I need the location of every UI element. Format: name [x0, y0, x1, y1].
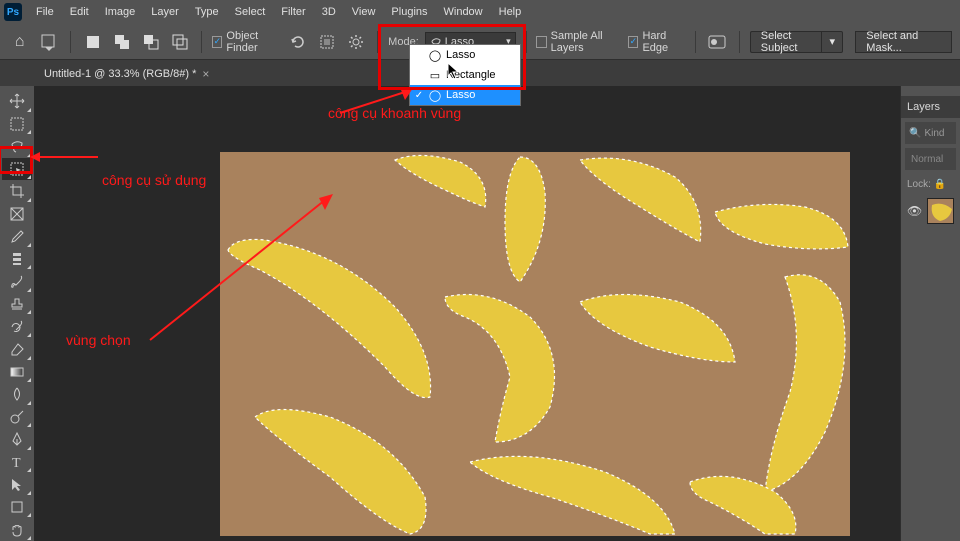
type-tool[interactable]: T [2, 451, 32, 474]
frame-tool[interactable] [2, 203, 32, 226]
object-selection-tool[interactable] [2, 158, 32, 181]
menu-file[interactable]: File [28, 0, 62, 24]
selection-subtract-icon[interactable] [139, 28, 162, 56]
tool-preset-icon[interactable] [37, 28, 60, 56]
blur-tool[interactable] [2, 383, 32, 406]
document-tab-title: Untitled-1 @ 33.3% (RGB/8#) * [44, 68, 196, 80]
menu-type[interactable]: Type [187, 0, 227, 24]
separator [739, 31, 740, 53]
menu-view[interactable]: View [344, 0, 384, 24]
separator [695, 31, 696, 53]
object-finder-checkbox[interactable]: ✓Object Finder [212, 30, 280, 54]
app-logo: Ps [4, 3, 22, 21]
selection-intersect-icon[interactable] [168, 28, 191, 56]
menu-3d[interactable]: 3D [314, 0, 344, 24]
mode-option-rectangle[interactable]: ▭ Rectangle [410, 65, 520, 85]
brush-tool[interactable] [2, 270, 32, 293]
separator [377, 31, 378, 53]
gear-icon[interactable] [344, 28, 367, 56]
refresh-icon[interactable] [286, 28, 309, 56]
menu-select[interactable]: Select [227, 0, 274, 24]
search-icon: 🔍 [909, 128, 921, 139]
healing-tool[interactable] [2, 248, 32, 271]
eyedropper-tool[interactable] [2, 225, 32, 248]
canvas-content [220, 152, 850, 536]
separator [526, 31, 527, 53]
separator [70, 31, 71, 53]
separator [201, 31, 202, 53]
menu-window[interactable]: Window [436, 0, 491, 24]
hard-edge-checkbox[interactable]: ✓Hard Edge [628, 30, 685, 54]
lock-row: Lock: 🔒 [901, 174, 960, 194]
selection-add-icon[interactable] [110, 28, 133, 56]
visibility-icon[interactable]: 👁 [907, 204, 921, 218]
move-tool[interactable] [2, 90, 32, 113]
svg-text:T: T [12, 456, 21, 470]
layer-thumbnail[interactable] [927, 198, 954, 224]
sample-all-label: Sample All Layers [551, 30, 623, 54]
chevron-down-icon[interactable]: ▾ [821, 31, 843, 53]
lasso-icon: ◯ [428, 49, 442, 62]
object-finder-label: Object Finder [226, 30, 280, 54]
menu-image[interactable]: Image [97, 0, 144, 24]
mode-option-lasso-selected[interactable]: ✓◯ Lasso [410, 85, 520, 105]
blend-mode-dropdown[interactable]: Normal [905, 148, 956, 170]
lock-icon[interactable]: 🔒 [934, 179, 946, 190]
left-toolbar: T [0, 86, 34, 541]
lasso-tool[interactable] [2, 135, 32, 158]
layers-filter[interactable]: 🔍 Kind [905, 122, 956, 144]
close-icon[interactable]: × [202, 67, 209, 81]
document-canvas[interactable] [220, 152, 850, 536]
sample-all-checkbox[interactable]: Sample All Layers [536, 30, 622, 54]
eraser-tool[interactable] [2, 338, 32, 361]
home-button[interactable]: ⌂ [8, 28, 31, 56]
menu-filter[interactable]: Filter [273, 0, 313, 24]
menu-bar: Ps File Edit Image Layer Type Select Fil… [0, 0, 960, 24]
gradient-tool[interactable] [2, 361, 32, 384]
dodge-tool[interactable] [2, 406, 32, 429]
mode-option-lasso[interactable]: ◯ Lasso [410, 45, 520, 65]
layers-panel-title[interactable]: Layers [901, 96, 960, 118]
mask-mode-icon[interactable] [706, 28, 729, 56]
mode-dropdown-list: ◯ Lasso ▭ Rectangle ✓◯ Lasso [409, 44, 521, 106]
lasso-icon: ◯ [428, 89, 442, 102]
path-selection-tool[interactable] [2, 473, 32, 496]
layer-row[interactable]: 👁 [901, 194, 960, 228]
pen-tool[interactable] [2, 428, 32, 451]
hard-edge-label: Hard Edge [642, 30, 685, 54]
select-subject-button[interactable]: Select Subject ▾ [750, 31, 844, 53]
crop-tool[interactable] [2, 180, 32, 203]
marquee-tool[interactable] [2, 113, 32, 136]
overlay-icon[interactable] [315, 28, 338, 56]
history-brush-tool[interactable] [2, 315, 32, 338]
selection-new-icon[interactable] [81, 28, 104, 56]
shape-tool[interactable] [2, 496, 32, 519]
workspace: T [0, 86, 960, 541]
canvas-area[interactable] [34, 86, 900, 541]
menu-edit[interactable]: Edit [62, 0, 97, 24]
menu-help[interactable]: Help [491, 0, 530, 24]
menu-plugins[interactable]: Plugins [383, 0, 435, 24]
hand-tool[interactable] [2, 518, 32, 541]
select-and-mask-button[interactable]: Select and Mask... [855, 31, 952, 53]
menu-layer[interactable]: Layer [143, 0, 187, 24]
layers-panel: Layers 🔍 Kind Normal Lock: 🔒 👁 [900, 86, 960, 541]
document-tab[interactable]: Untitled-1 @ 33.3% (RGB/8#) * × [34, 62, 219, 86]
rectangle-icon: ▭ [428, 69, 442, 82]
stamp-tool[interactable] [2, 293, 32, 316]
